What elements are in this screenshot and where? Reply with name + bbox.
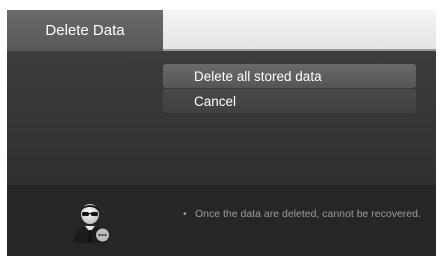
info-message: Once the data are deleted, cannot be rec… bbox=[195, 208, 421, 220]
help-footer: • Once the data are deleted, cannot be r… bbox=[7, 185, 436, 256]
info-note: • Once the data are deleted, cannot be r… bbox=[183, 207, 423, 222]
main-panel: Delete all stored data Cancel bbox=[7, 51, 436, 185]
options-menu: Delete all stored data Cancel bbox=[163, 64, 416, 114]
delete-all-data-button[interactable]: Delete all stored data bbox=[163, 64, 416, 88]
user-avatar-icon bbox=[66, 197, 114, 245]
page-title: Delete Data bbox=[7, 10, 163, 51]
delete-data-screen: Delete Data Delete all stored data Cance… bbox=[7, 10, 436, 256]
header-bar bbox=[163, 10, 436, 49]
bullet: • bbox=[183, 208, 187, 220]
cancel-button[interactable]: Cancel bbox=[163, 89, 416, 113]
header: Delete Data bbox=[7, 10, 436, 51]
